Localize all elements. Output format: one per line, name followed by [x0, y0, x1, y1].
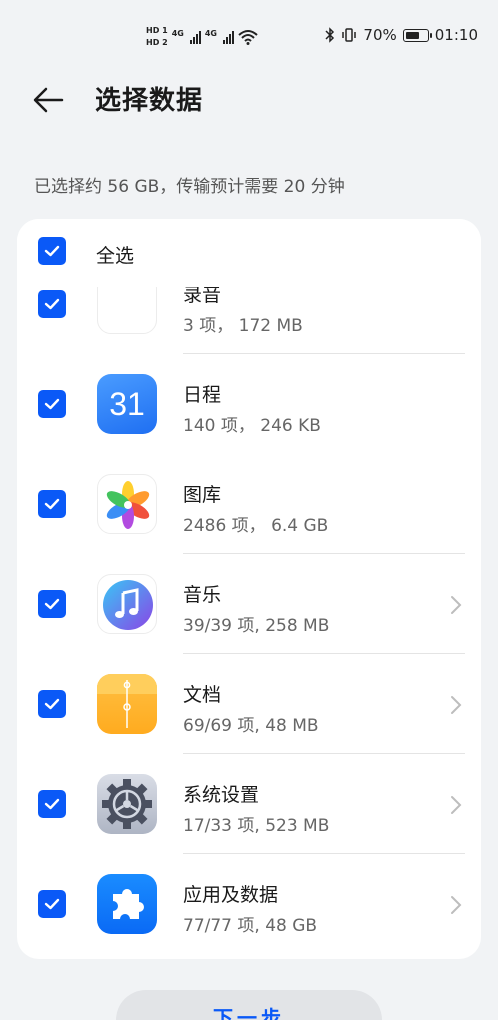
check-icon: [44, 298, 60, 310]
select-all-label: 全选: [96, 245, 135, 267]
item-meta: 3 项， 172 MB: [183, 316, 303, 336]
wifi-icon: [238, 30, 258, 45]
clock: 01:10: [434, 26, 478, 44]
check-icon: [44, 698, 60, 710]
sim2-badge: HD 2: [146, 38, 168, 47]
item-checkbox[interactable]: [38, 790, 66, 818]
sim-badges: HD 1 HD 2: [146, 26, 168, 48]
signal-2-icon: [222, 30, 234, 44]
signal-group: HD 1 HD 2 4G 4G: [146, 26, 258, 48]
item-meta: 69/69 项, 48 MB: [183, 716, 319, 736]
check-icon: [44, 898, 60, 910]
screen: HD 1 HD 2 4G 4G 70% 01:10 选择数据 已选择约 56 G…: [0, 0, 498, 1020]
apps-icon: [97, 874, 157, 934]
check-icon: [44, 798, 60, 810]
network-type-2: 4G: [204, 28, 217, 38]
calendar-icon: 31: [97, 374, 157, 434]
vibrate-icon: [342, 28, 357, 42]
network-type-1: 4G: [171, 28, 184, 38]
battery-icon: [402, 28, 432, 42]
select-all-checkbox[interactable]: [38, 237, 66, 265]
data-list-card: 全选 录音 3 项， 172 MB 31 日程 140 项， 246 KB 图库…: [17, 219, 481, 959]
bluetooth-icon: [325, 27, 335, 43]
item-meta: 17/33 项, 523 MB: [183, 816, 330, 836]
chevron-right-icon[interactable]: [449, 594, 463, 616]
check-icon: [44, 398, 60, 410]
check-icon: [44, 598, 60, 610]
sim1-badge: HD 1: [146, 26, 168, 35]
list-item-gallery[interactable]: 图库 2486 项， 6.4 GB: [17, 454, 481, 554]
item-name: 系统设置: [183, 784, 260, 806]
signal-1-icon: [189, 30, 201, 44]
item-name: 应用及数据: [183, 884, 279, 906]
settings-icon: [97, 774, 157, 834]
check-icon: [44, 245, 60, 257]
list-item-apps[interactable]: 应用及数据 77/77 项, 48 GB: [17, 854, 481, 954]
item-checkbox[interactable]: [38, 690, 66, 718]
select-all-row[interactable]: 全选: [17, 219, 481, 287]
item-name: 音乐: [183, 584, 222, 606]
item-meta: 77/77 项, 48 GB: [183, 916, 318, 936]
item-checkbox[interactable]: [38, 590, 66, 618]
battery-percent: 70%: [363, 26, 397, 44]
next-button[interactable]: 下一步: [116, 990, 382, 1020]
chevron-right-icon[interactable]: [449, 794, 463, 816]
item-checkbox[interactable]: [38, 290, 66, 318]
selection-summary: 已选择约 56 GB，传输预计需要 20 分钟: [34, 177, 345, 197]
music-icon: [97, 574, 157, 634]
header: 选择数据: [0, 78, 498, 122]
calendar-icon-date: 31: [109, 385, 145, 422]
item-name: 文档: [183, 684, 222, 706]
check-icon: [44, 498, 60, 510]
list-item-calendar[interactable]: 31 日程 140 项， 246 KB: [17, 354, 481, 454]
status-right: 70% 01:10: [325, 26, 478, 44]
chevron-right-icon[interactable]: [449, 894, 463, 916]
item-checkbox[interactable]: [38, 390, 66, 418]
status-bar: HD 1 HD 2 4G 4G 70% 01:10: [0, 0, 498, 70]
item-meta: 140 项， 246 KB: [183, 416, 321, 436]
item-checkbox[interactable]: [38, 490, 66, 518]
gallery-icon: [97, 474, 157, 534]
item-checkbox[interactable]: [38, 890, 66, 918]
item-name: 图库: [183, 484, 222, 506]
list-item-files[interactable]: 文档 69/69 项, 48 MB: [17, 654, 481, 754]
files-icon: [97, 674, 157, 734]
list-item-music[interactable]: 音乐 39/39 项, 258 MB: [17, 554, 481, 654]
chevron-right-icon[interactable]: [449, 694, 463, 716]
list-item-settings[interactable]: 系统设置 17/33 项, 523 MB: [17, 754, 481, 854]
item-meta: 39/39 项, 258 MB: [183, 616, 330, 636]
back-arrow-icon[interactable]: [30, 82, 66, 118]
page-title: 选择数据: [95, 86, 204, 116]
item-meta: 2486 项， 6.4 GB: [183, 516, 329, 536]
item-name: 日程: [183, 384, 222, 406]
